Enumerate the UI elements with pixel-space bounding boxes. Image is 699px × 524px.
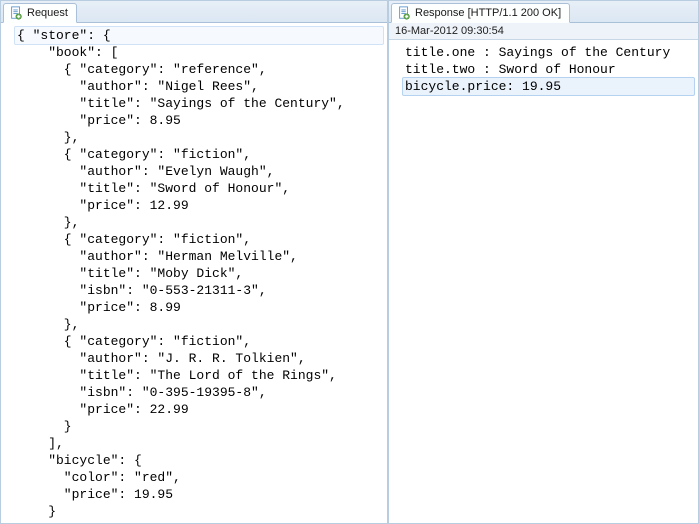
code-line[interactable]: bicycle.price: 19.95 <box>402 77 695 96</box>
request-tabbar: Request <box>1 1 387 23</box>
code-line[interactable]: "book": [ <box>15 44 383 61</box>
code-line[interactable]: title.two : Sword of Honour <box>403 61 694 78</box>
code-line[interactable]: { "category": "reference", <box>15 61 383 78</box>
request-content[interactable]: { "store": { "book": [ { "category": "re… <box>1 23 387 523</box>
code-line[interactable]: "title": "Sayings of the Century", <box>15 95 383 112</box>
code-line[interactable]: "color": "red", <box>15 469 383 486</box>
request-code[interactable]: { "store": { "book": [ { "category": "re… <box>1 23 387 523</box>
code-line[interactable]: "price": 8.99 <box>15 299 383 316</box>
code-line[interactable]: "author": "Evelyn Waugh", <box>15 163 383 180</box>
code-line[interactable]: { "category": "fiction", <box>15 146 383 163</box>
response-content[interactable]: title.one : Sayings of the Centurytitle.… <box>389 40 698 523</box>
code-line[interactable]: "title": "Moby Dick", <box>15 265 383 282</box>
code-line[interactable]: }, <box>15 316 383 333</box>
code-line[interactable]: { "store": { <box>14 26 384 45</box>
code-line[interactable]: { "category": "fiction", <box>15 333 383 350</box>
code-line[interactable]: "bicycle": { <box>15 452 383 469</box>
code-line[interactable]: "author": "J. R. R. Tolkien", <box>15 350 383 367</box>
response-panel: Response [HTTP/1.1 200 OK] 16-Mar-2012 0… <box>388 0 699 524</box>
code-line[interactable]: "price": 12.99 <box>15 197 383 214</box>
code-line[interactable]: { "category": "fiction", <box>15 231 383 248</box>
code-line[interactable]: "author": "Nigel Rees", <box>15 78 383 95</box>
page-icon <box>397 6 411 20</box>
request-tab-label: Request <box>27 7 68 19</box>
request-tab[interactable]: Request <box>3 3 77 23</box>
code-line[interactable]: "price": 19.95 <box>15 486 383 503</box>
response-tabbar: Response [HTTP/1.1 200 OK] <box>389 1 698 23</box>
code-line[interactable]: }, <box>15 129 383 146</box>
code-line[interactable]: }, <box>15 214 383 231</box>
request-panel: Request { "store": { "book": [ { "catego… <box>0 0 388 524</box>
code-line[interactable]: "isbn": "0-395-19395-8", <box>15 384 383 401</box>
code-line[interactable]: "title": "Sword of Honour", <box>15 180 383 197</box>
code-line[interactable]: "isbn": "0-553-21311-3", <box>15 282 383 299</box>
code-line[interactable]: "author": "Herman Melville", <box>15 248 383 265</box>
code-line[interactable]: "title": "The Lord of the Rings", <box>15 367 383 384</box>
code-line[interactable]: "price": 22.99 <box>15 401 383 418</box>
code-line[interactable]: title.one : Sayings of the Century <box>403 44 694 61</box>
code-line[interactable]: ], <box>15 435 383 452</box>
response-tab-label: Response [HTTP/1.1 200 OK] <box>415 7 561 19</box>
page-icon <box>9 6 23 20</box>
code-line[interactable]: "price": 8.95 <box>15 112 383 129</box>
response-code[interactable]: title.one : Sayings of the Centurytitle.… <box>389 40 698 99</box>
code-line[interactable]: } <box>15 418 383 435</box>
response-tab[interactable]: Response [HTTP/1.1 200 OK] <box>391 3 570 23</box>
response-timestamp: 16-Mar-2012 09:30:54 <box>389 23 698 40</box>
code-line[interactable]: } <box>15 503 383 520</box>
